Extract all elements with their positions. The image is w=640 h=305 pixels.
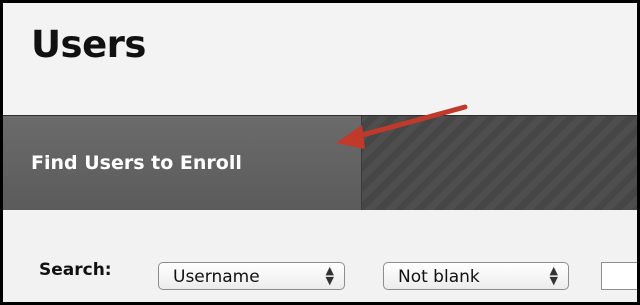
updown-caret-icon: ▲ ▼ (325, 264, 334, 287)
search-operator-select[interactable]: Not blank ▲ ▼ (383, 262, 569, 290)
title-bar: Users (3, 3, 637, 115)
page-title: Users (31, 23, 146, 66)
search-field-select-value: Username (173, 267, 260, 287)
action-bar: Find Users to Enroll (3, 115, 637, 211)
search-operator-select-value: Not blank (398, 267, 480, 287)
search-field-select[interactable]: Username ▲ ▼ (158, 262, 345, 290)
screenshot-frame: Users Find Users to Enroll Search: Usern… (0, 0, 640, 305)
updown-caret-icon: ▲ ▼ (549, 264, 558, 287)
find-users-to-enroll-button[interactable]: Find Users to Enroll (3, 116, 362, 210)
search-label: Search: (39, 260, 112, 280)
search-bar: Search: Username ▲ ▼ Not blank ▲ ▼ (3, 210, 637, 302)
search-text-input[interactable] (601, 262, 637, 290)
find-users-to-enroll-label: Find Users to Enroll (31, 152, 242, 174)
